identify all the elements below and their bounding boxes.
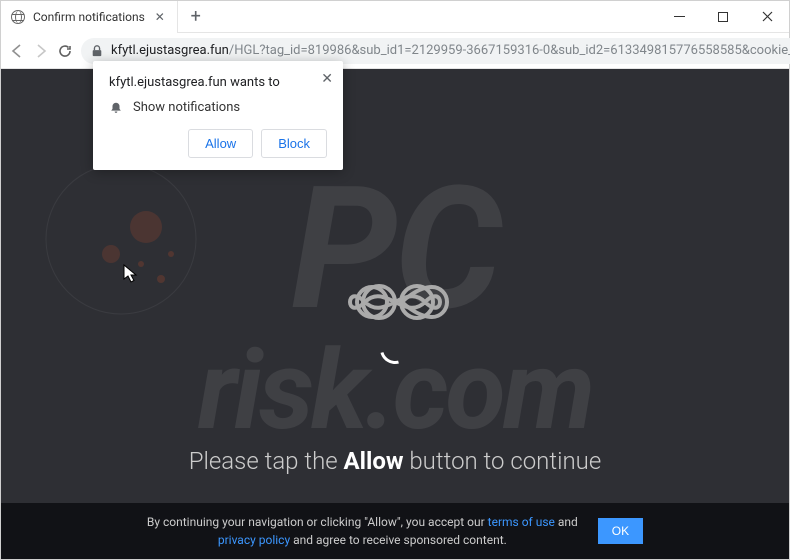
instruction-pre: Please tap the [189, 447, 344, 475]
loading-graphic [335, 272, 455, 336]
permission-close-icon[interactable]: ✕ [321, 71, 333, 87]
permission-prompt-text: kfytl.ejustasgrea.fun wants to [109, 75, 327, 90]
privacy-policy-link[interactable]: privacy policy [218, 533, 290, 547]
instruction-bold: Allow [344, 447, 404, 475]
window-controls [657, 1, 789, 33]
lock-icon [91, 45, 103, 57]
tab-title: Confirm notifications [33, 10, 145, 24]
block-button[interactable]: Block [261, 129, 327, 158]
reload-icon [57, 43, 73, 59]
maximize-button[interactable] [701, 1, 745, 33]
bell-icon [109, 101, 123, 115]
address-bar[interactable]: kfytl.ejustasgrea.fun /HGL?tag_id=819986… [81, 38, 790, 64]
browser-tab[interactable]: Confirm notifications ✕ [1, 1, 178, 33]
permission-row: Show notifications [109, 100, 327, 115]
back-button[interactable] [9, 39, 25, 63]
cookie-line1b: and [555, 515, 578, 529]
cookie-line1a: By continuing your navigation or clickin… [147, 515, 488, 529]
instruction-text: Please tap the Allow button to continue [189, 447, 602, 475]
minimize-button[interactable] [657, 1, 701, 33]
tab-strip: Confirm notifications ✕ + [1, 1, 789, 33]
new-tab-button[interactable]: + [182, 3, 210, 31]
browser-window: Confirm notifications ✕ + [0, 0, 790, 560]
spinner-icon [375, 329, 416, 370]
cookie-ok-button[interactable]: OK [598, 518, 643, 544]
decorative-circles [41, 149, 221, 329]
minimize-icon [674, 16, 685, 17]
infinity-icon-overlay [335, 272, 455, 332]
notification-permission-dialog: ✕ kfytl.ejustasgrea.fun wants to Show no… [93, 61, 343, 170]
close-tab-icon[interactable]: ✕ [153, 10, 167, 24]
allow-button[interactable]: Allow [188, 129, 253, 158]
permission-name: Show notifications [133, 100, 240, 115]
url-domain: kfytl.ejustasgrea.fun [111, 43, 229, 58]
forward-arrow-icon [33, 43, 49, 59]
back-arrow-icon [9, 43, 25, 59]
permission-actions: Allow Block [109, 129, 327, 158]
reload-button[interactable] [57, 39, 73, 63]
url-path: /HGL?tag_id=819986&sub_id1=2129959-36671… [229, 43, 790, 58]
globe-icon [11, 10, 25, 24]
cookie-text: By continuing your navigation or clickin… [147, 513, 578, 549]
instruction-post: button to continue [404, 447, 602, 475]
close-icon [762, 11, 773, 22]
maximize-icon [718, 12, 728, 22]
forward-button[interactable] [33, 39, 49, 63]
cookie-line2b: and agree to receive sponsored content. [290, 533, 507, 547]
cookie-consent-bar: By continuing your navigation or clickin… [1, 503, 789, 559]
terms-of-use-link[interactable]: terms of use [488, 515, 555, 529]
close-window-button[interactable] [745, 1, 789, 33]
